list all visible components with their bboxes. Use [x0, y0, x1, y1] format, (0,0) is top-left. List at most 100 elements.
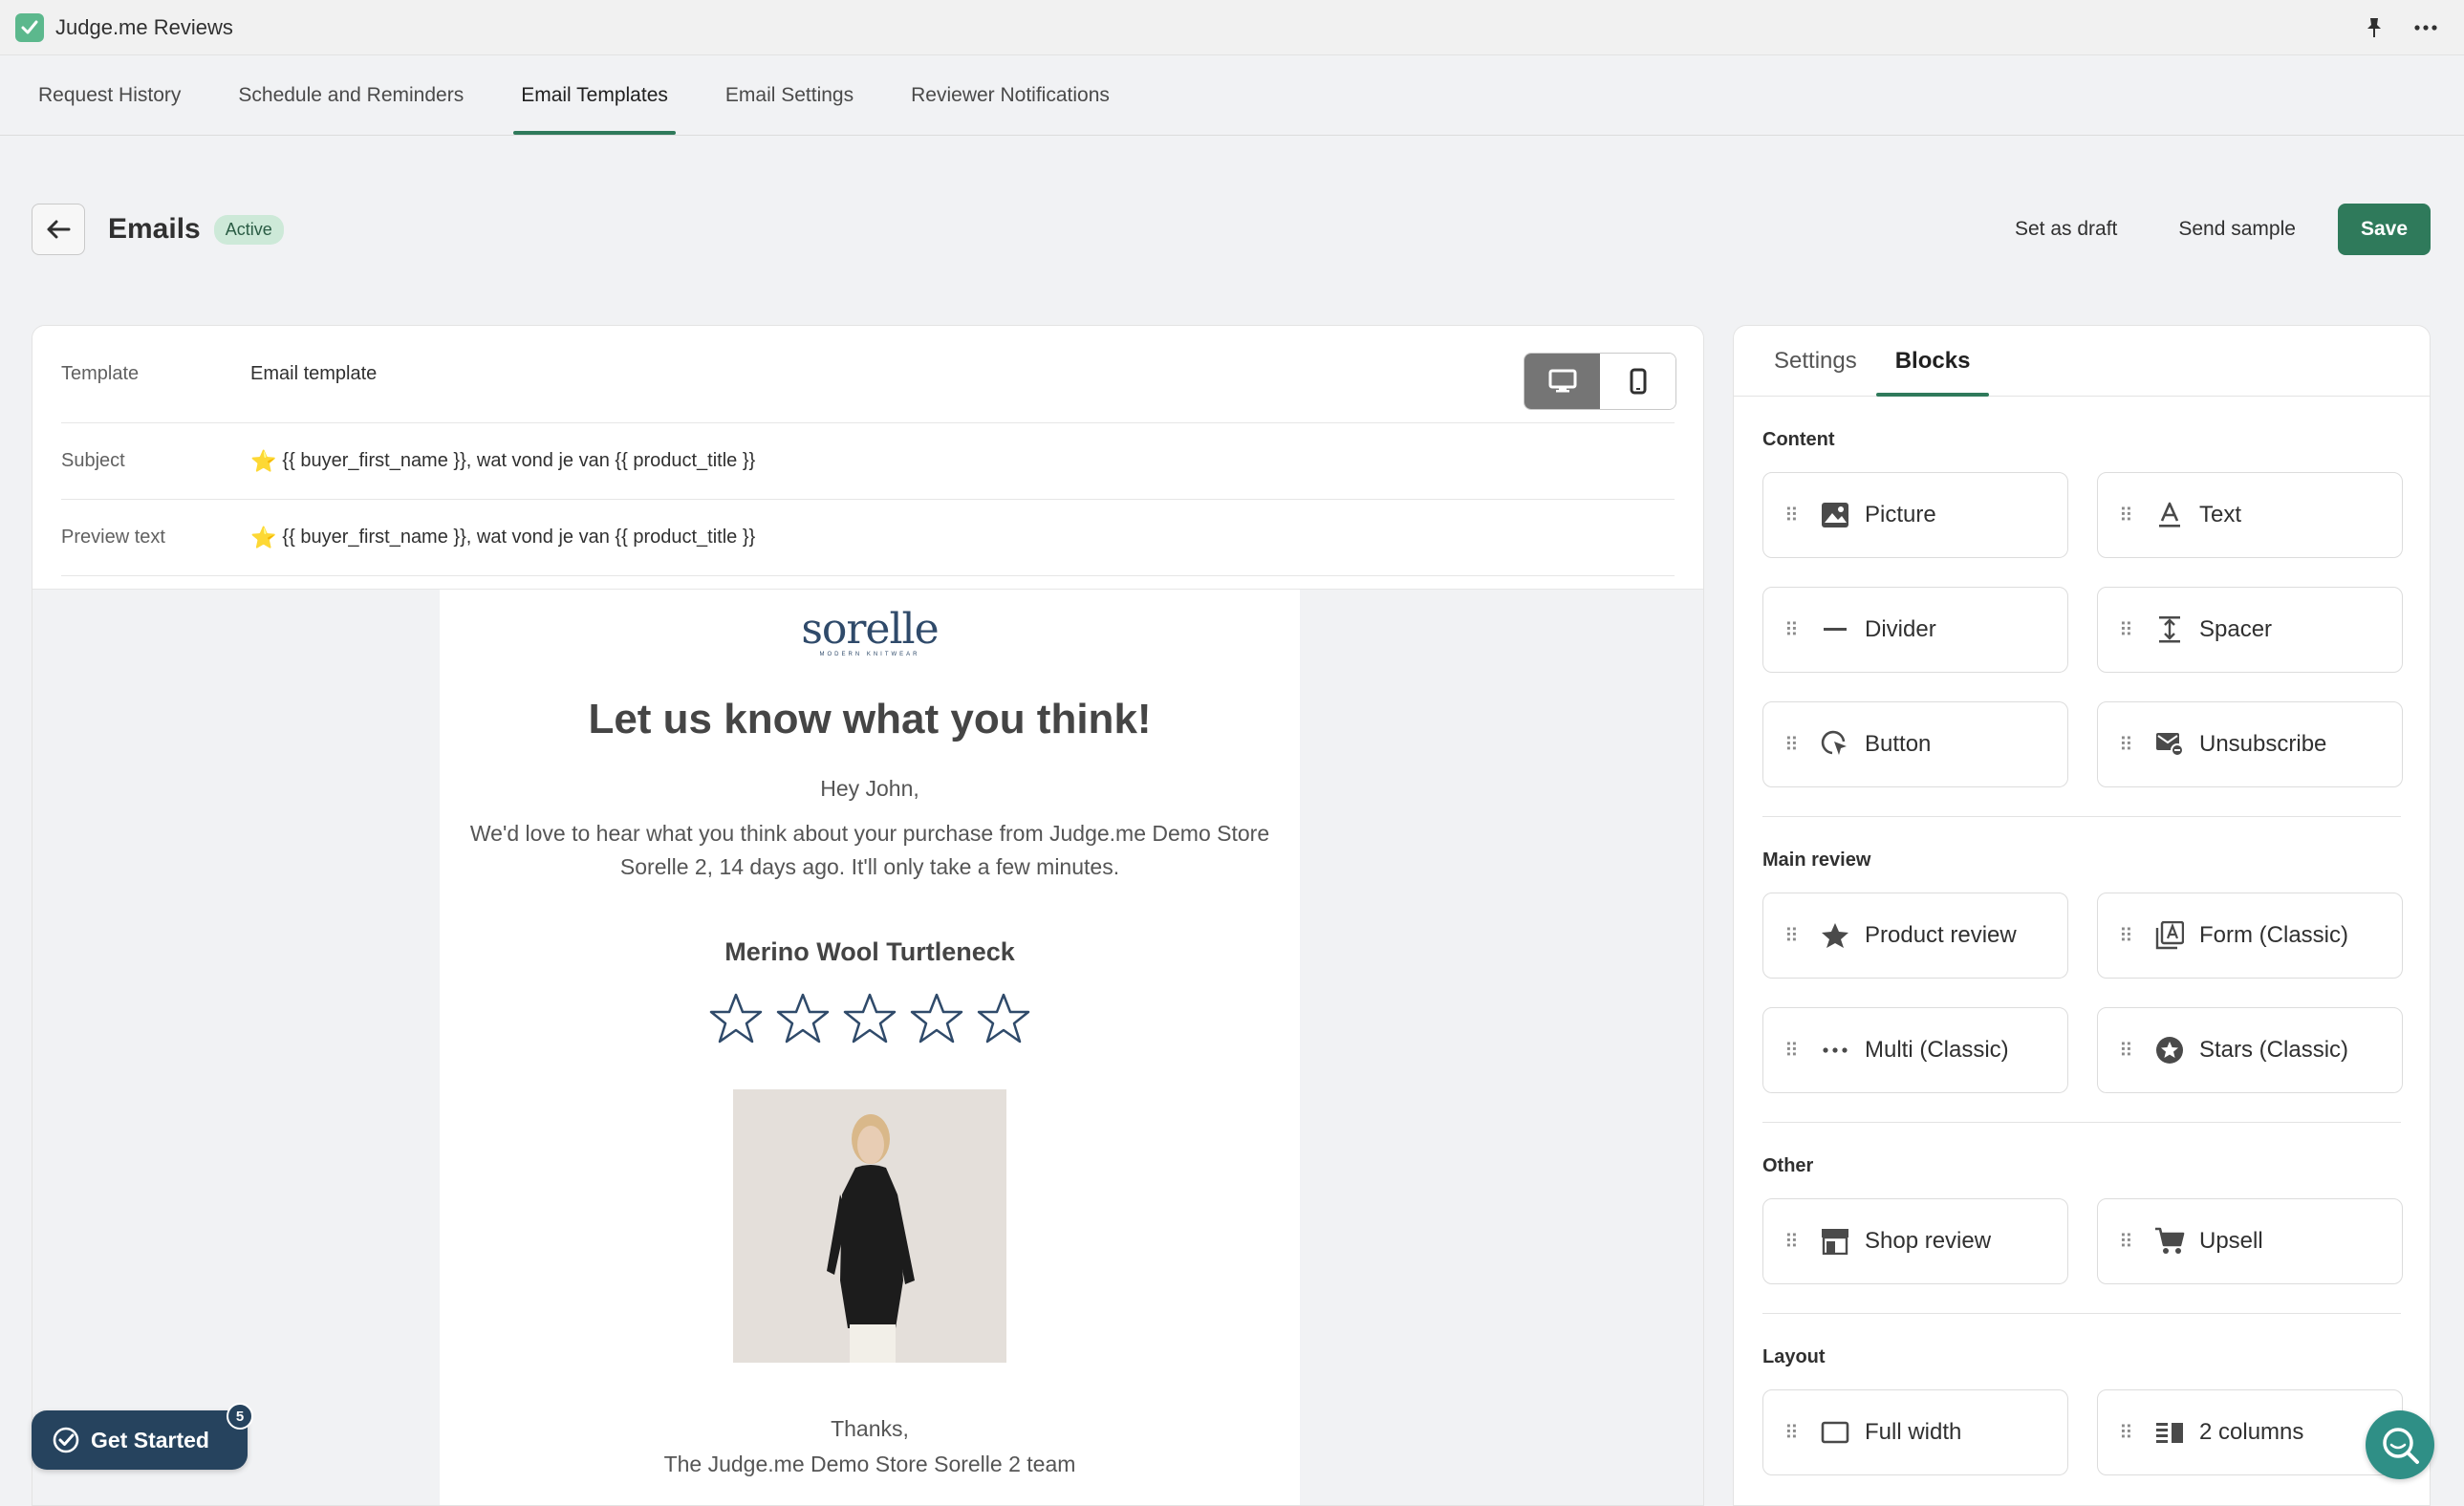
check-circle-icon — [53, 1427, 79, 1453]
get-started-count-badge: 5 — [227, 1403, 253, 1430]
block-product-review[interactable]: ⠿ Product review — [1762, 893, 2068, 979]
drag-handle-icon: ⠿ — [1784, 1040, 1799, 1062]
section-title: Layout — [1762, 1346, 1826, 1367]
block-label: Upsell — [2199, 1228, 2263, 1254]
blocks-panel: Settings Blocks Content ⠿ Picture ⠿ Text… — [1733, 325, 2431, 1506]
block-picture[interactable]: ⠿ Picture — [1762, 472, 2068, 558]
subject-label: Subject — [61, 450, 125, 471]
email-preview[interactable]: sorelle MODERN KNITWEAR Let us know what… — [440, 590, 1300, 1505]
drag-handle-icon: ⠿ — [1784, 734, 1799, 756]
drag-handle-icon: ⠿ — [2119, 619, 2133, 641]
mobile-view-button[interactable] — [1600, 354, 1675, 409]
set-as-draft-button[interactable]: Set as draft — [1996, 204, 2136, 254]
star-circle-icon — [2153, 1034, 2186, 1066]
block-multi-classic[interactable]: ⠿ Multi (Classic) — [1762, 1007, 2068, 1093]
block-form-classic[interactable]: ⠿ Form (Classic) — [2097, 893, 2403, 979]
star-outline-icon[interactable] — [708, 992, 764, 1045]
preview-text-row: Preview text ⭐ {{ buyer_first_name }}, w… — [61, 500, 1675, 576]
block-label: 2 columns — [2199, 1419, 2304, 1445]
drag-handle-icon: ⠿ — [2119, 1422, 2133, 1444]
check-logo-icon — [15, 12, 44, 42]
email-heading: Let us know what you think! — [588, 696, 1152, 742]
block-label: Divider — [1865, 616, 1936, 642]
block-spacer[interactable]: ⠿ Spacer — [2097, 587, 2403, 673]
text-icon — [2153, 499, 2186, 531]
email-thanks: Thanks, — [831, 1416, 909, 1441]
block-two-columns[interactable]: ⠿ 2 columns — [2097, 1389, 2403, 1475]
tab-request-history[interactable]: Request History — [19, 55, 200, 135]
app-title: Judge.me Reviews — [55, 14, 233, 39]
section-title: Main review — [1762, 850, 1871, 871]
mobile-icon — [1630, 368, 1646, 395]
block-upsell[interactable]: ⠿ Upsell — [2097, 1198, 2403, 1284]
subject-field[interactable]: ⭐ {{ buyer_first_name }}, wat vond je va… — [250, 449, 755, 474]
block-button[interactable]: ⠿ Button — [1762, 701, 2068, 787]
status-badge: Active — [213, 214, 284, 245]
more-options-icon[interactable] — [2412, 14, 2439, 41]
desktop-view-button[interactable] — [1524, 354, 1600, 409]
email-meta-fields: Template Email template Subject ⭐ {{ buy… — [32, 326, 1703, 590]
device-toggle — [1524, 353, 1676, 410]
tab-settings[interactable]: Settings — [1755, 326, 1876, 396]
preview-text-field[interactable]: ⭐ {{ buyer_first_name }}, wat vond je va… — [250, 526, 755, 550]
block-label: Full width — [1865, 1419, 1962, 1445]
send-sample-button[interactable]: Send sample — [2159, 204, 2315, 254]
block-unsubscribe[interactable]: ⠿ Unsubscribe — [2097, 701, 2403, 787]
back-button[interactable] — [32, 204, 85, 255]
star-emoji-icon: ⭐ — [250, 448, 277, 473]
preview-text-label: Preview text — [61, 527, 165, 548]
email-greeting: Hey John, — [820, 776, 919, 801]
dots-icon — [1819, 1034, 1851, 1066]
get-started-label: Get Started — [91, 1427, 209, 1452]
email-editor: Template Email template Subject ⭐ {{ buy… — [32, 325, 1704, 1506]
block-stars-classic[interactable]: ⠿ Stars (Classic) — [2097, 1007, 2403, 1093]
block-text[interactable]: ⠿ Text — [2097, 472, 2403, 558]
page-header: Emails Active Set as draft Send sample S… — [32, 203, 2431, 256]
block-full-width[interactable]: ⠿ Full width — [1762, 1389, 2068, 1475]
drag-handle-icon: ⠿ — [2119, 1040, 2133, 1062]
template-value[interactable]: Email template — [250, 363, 377, 385]
store-icon — [1819, 1225, 1851, 1258]
tab-schedule-and-reminders[interactable]: Schedule and Reminders — [219, 55, 483, 135]
form-icon — [2153, 919, 2186, 952]
star-outline-icon[interactable] — [842, 992, 897, 1045]
star-outline-icon[interactable] — [976, 992, 1031, 1045]
tab-email-templates[interactable]: Email Templates — [502, 55, 687, 135]
block-shop-review[interactable]: ⠿ Shop review — [1762, 1198, 2068, 1284]
app-bar: Judge.me Reviews — [0, 0, 2464, 55]
email-signoff: The Judge.me Demo Store Sorelle 2 team — [663, 1452, 1076, 1476]
star-emoji-icon: ⭐ — [250, 525, 277, 549]
content-section: Content ⠿ Picture ⠿ Text ⠿ Divider ⠿ Spa… — [1734, 429, 2430, 817]
get-started-button[interactable]: Get Started 5 — [32, 1403, 253, 1470]
tab-reviewer-notifications[interactable]: Reviewer Notifications — [892, 55, 1129, 135]
help-search-button[interactable] — [2366, 1410, 2434, 1479]
drag-handle-icon: ⠿ — [2119, 505, 2133, 527]
arrow-left-icon — [47, 220, 71, 239]
two-columns-icon — [2153, 1416, 2186, 1449]
tab-email-settings[interactable]: Email Settings — [706, 55, 873, 135]
block-label: Button — [1865, 731, 1932, 757]
pin-icon[interactable] — [2361, 14, 2388, 41]
desktop-icon — [1548, 369, 1576, 393]
template-label: Template — [61, 363, 140, 384]
block-label: Picture — [1865, 502, 1936, 527]
preview-text-value: {{ buyer_first_name }}, wat vond je van … — [282, 527, 756, 548]
drag-handle-icon: ⠿ — [2119, 1231, 2133, 1253]
full-width-icon — [1819, 1416, 1851, 1449]
section-title: Content — [1762, 429, 1835, 450]
layout-section: Layout ⠿ Full width ⠿ 2 columns — [1734, 1346, 2430, 1504]
star-outline-icon[interactable] — [775, 992, 831, 1045]
email-preview-canvas: sorelle MODERN KNITWEAR Let us know what… — [32, 590, 1703, 1505]
cart-icon — [2153, 1225, 2186, 1258]
save-button[interactable]: Save — [2337, 204, 2431, 255]
star-outline-icon[interactable] — [909, 992, 964, 1045]
tab-blocks[interactable]: Blocks — [1875, 326, 1990, 397]
block-divider[interactable]: ⠿ Divider — [1762, 587, 2068, 673]
block-label: Form (Classic) — [2199, 922, 2348, 948]
subject-row: Subject ⭐ {{ buyer_first_name }}, wat vo… — [61, 423, 1675, 500]
panel-tabs: Settings Blocks — [1734, 326, 2430, 397]
email-body-text: We'd love to hear what you think about y… — [469, 821, 1270, 879]
search-icon — [2383, 1428, 2419, 1464]
unsubscribe-icon — [2153, 728, 2186, 761]
main-review-section: Main review ⠿ Product review ⠿ Form (Cla… — [1734, 850, 2430, 1123]
